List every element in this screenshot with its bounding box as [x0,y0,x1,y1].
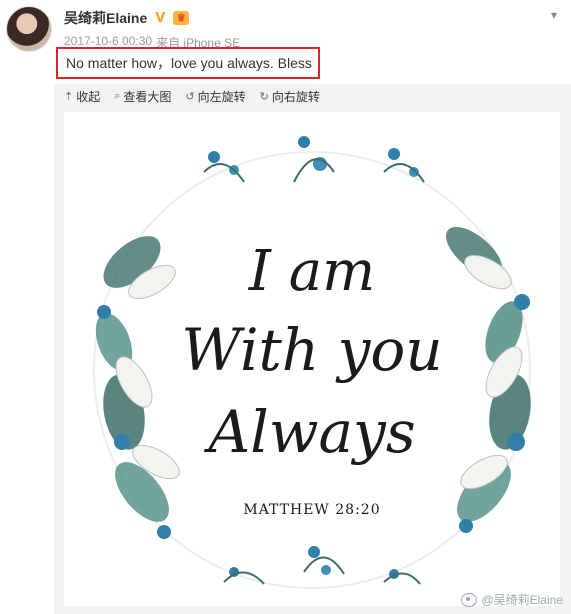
floral-wreath-right [445,226,531,533]
search-icon: ⌕ [114,89,121,102]
collapse-button[interactable]: ⇡ 收起 [64,88,100,105]
watermark-text: @吴绮莉Elaine [481,593,563,607]
verse-line-3: Always [203,398,415,466]
verified-v-icon: V [155,10,166,26]
verse-reference: MATTHEW 28:20 [243,502,380,518]
view-large-button[interactable]: ⌕ 查看大图 [114,88,171,105]
weibo-watermark: @吴绮莉Elaine [461,591,563,608]
rotate-right-label: 向右旋转 [271,89,320,104]
weibo-post-card: 吴绮莉Elaine V ♛ 2017-10-6 00:30 来自 iPhone … [0,0,571,614]
verse-line-2: With you [181,316,442,384]
rotate-left-label: 向左旋转 [197,89,246,104]
floral-sprigs-top [203,136,425,183]
floral-wreath-left [95,236,180,539]
rotate-right-button[interactable]: ↻ 向右旋转 [260,88,320,105]
verse-line-1: I am [248,239,375,304]
floral-verse-illustration: I am With you Always MATTHEW 28:20 [93,136,531,589]
avatar[interactable] [6,6,52,52]
rotate-right-icon: ↻ [259,89,269,103]
post-author: 吴绮莉Elaine V ♛ [64,8,190,28]
arrow-up-icon: ⇡ [64,89,74,103]
media-toolbar: ⇡ 收起 ⌕ 查看大图 ↺ 向左旋转 ↻ 向右旋转 [64,86,320,106]
username-link[interactable]: 吴绮莉Elaine [64,8,147,28]
crown-icon: ♛ [173,11,190,25]
collapse-label: 收起 [76,89,101,104]
post-text: No matter how，love you always. Bless [56,47,320,79]
post-image[interactable]: I am With you Always MATTHEW 28:20 [64,112,560,606]
chevron-down-icon[interactable]: ▾ [547,8,561,22]
rotate-left-icon: ↺ [185,89,195,103]
rotate-left-button[interactable]: ↺ 向左旋转 [185,88,245,105]
floral-sprigs-bottom [223,546,421,585]
weibo-logo-icon [461,592,478,607]
view-large-label: 查看大图 [123,89,172,104]
